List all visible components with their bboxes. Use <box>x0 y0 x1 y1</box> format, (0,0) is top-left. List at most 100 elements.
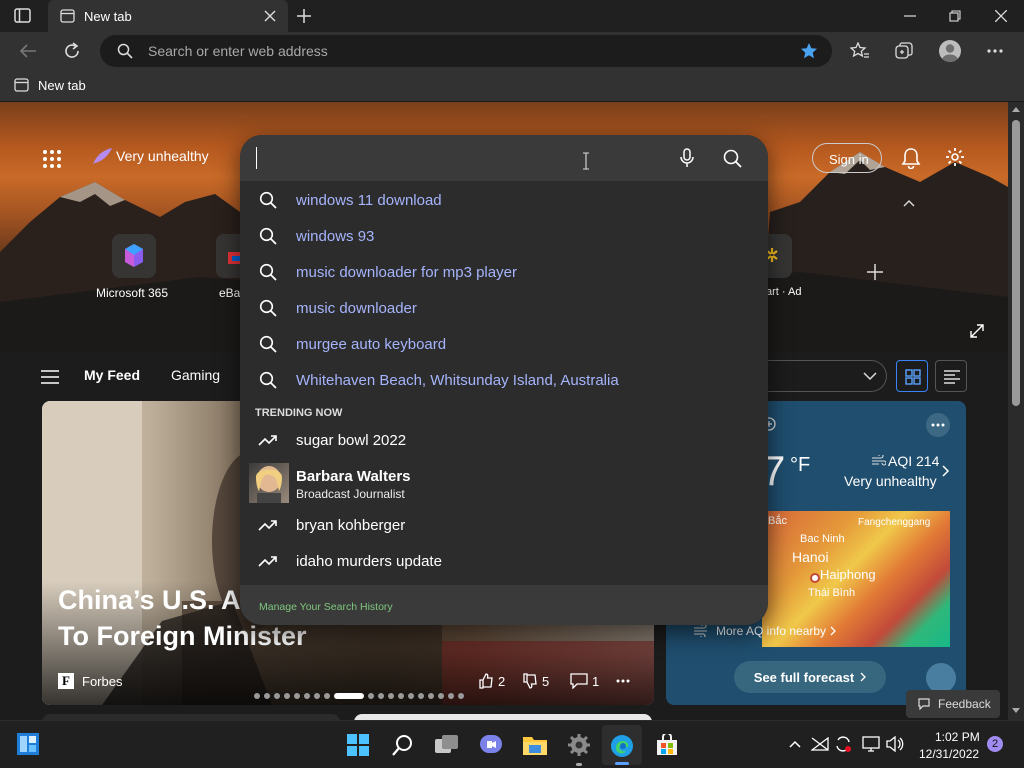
list-view-button[interactable] <box>935 360 967 392</box>
new-tab-button[interactable] <box>296 8 312 24</box>
carousel-dot[interactable] <box>368 693 374 699</box>
display-icon[interactable] <box>862 736 880 752</box>
collapse-chevron-icon[interactable] <box>903 199 915 207</box>
see-full-forecast-button[interactable]: See full forecast <box>734 661 886 693</box>
carousel-dot-active[interactable] <box>334 693 364 699</box>
trending-item[interactable]: idaho murders update <box>240 543 768 579</box>
carousel-dot[interactable] <box>304 693 310 699</box>
carousel-dot[interactable] <box>398 693 404 699</box>
add-quick-link-icon[interactable] <box>866 263 884 281</box>
refresh-icon[interactable] <box>63 42 81 60</box>
grid-view-button[interactable] <box>896 360 928 392</box>
clock-time[interactable]: 1:02 PM <box>935 730 980 744</box>
aqi-value[interactable]: AQI 214 <box>872 453 939 469</box>
scrollbar-thumb[interactable] <box>1012 120 1020 406</box>
file-explorer-icon[interactable] <box>523 735 547 755</box>
profile-avatar[interactable] <box>939 40 961 62</box>
suggestion-item[interactable]: music downloader for mp3 player <box>240 254 768 290</box>
edge-app-button[interactable] <box>602 725 642 765</box>
carousel-dot[interactable] <box>314 693 320 699</box>
taskbar-search-icon[interactable] <box>392 734 414 756</box>
widgets-icon[interactable] <box>17 733 39 755</box>
carousel-dot[interactable] <box>408 693 414 699</box>
search-box[interactable] <box>240 135 768 181</box>
carousel-dot[interactable] <box>284 693 290 699</box>
suggestion-item[interactable]: music downloader <box>240 290 768 326</box>
tab-close-icon[interactable] <box>264 10 276 22</box>
sync-icon[interactable] <box>835 736 851 752</box>
feed-dropdown[interactable] <box>760 360 887 392</box>
aqi-badge[interactable]: Very unhealthy <box>91 147 209 165</box>
tab-actions-icon[interactable] <box>14 8 32 24</box>
close-window-icon[interactable] <box>995 10 1007 22</box>
carousel-dot[interactable] <box>458 693 464 699</box>
search-submit-icon[interactable] <box>723 149 742 168</box>
sign-in-button[interactable]: Sign in <box>812 143 882 173</box>
weather-assistant-avatar[interactable] <box>926 663 956 693</box>
suggestion-item[interactable]: windows 11 download <box>240 182 768 218</box>
carousel-dot[interactable] <box>324 693 330 699</box>
task-view-icon[interactable] <box>435 734 459 756</box>
more-menu-icon[interactable] <box>987 49 1003 53</box>
carousel-dot[interactable] <box>448 693 454 699</box>
carousel-dot[interactable] <box>428 693 434 699</box>
suggestion-item[interactable]: Whitehaven Beach, Whitsunday Island, Aus… <box>240 362 768 398</box>
start-icon[interactable] <box>347 734 369 756</box>
trending-item[interactable]: sugar bowl 2022 <box>240 422 768 458</box>
carousel-dot[interactable] <box>418 693 424 699</box>
carousel-dot[interactable] <box>388 693 394 699</box>
tab-new-tab[interactable]: New tab <box>48 0 288 32</box>
settings-gear-icon[interactable] <box>945 147 965 167</box>
trending-item[interactable]: Barbara Walters Broadcast Journalist <box>240 461 768 503</box>
back-icon[interactable] <box>19 43 37 59</box>
comments-button[interactable]: 1 <box>570 673 599 689</box>
trending-item[interactable]: bryan kohberger <box>240 507 768 543</box>
carousel-dot[interactable] <box>274 693 280 699</box>
tab-gaming[interactable]: Gaming <box>171 367 220 383</box>
carousel-dot[interactable] <box>294 693 300 699</box>
quick-link-walmart[interactable]: art · Ad <box>766 234 806 304</box>
minimize-icon[interactable] <box>904 15 916 17</box>
suggestion-item[interactable]: murgee auto keyboard <box>240 326 768 362</box>
news-more-icon[interactable] <box>616 679 630 683</box>
favorite-star-icon[interactable] <box>800 42 818 60</box>
scroll-down-icon[interactable] <box>1012 708 1020 714</box>
search-input[interactable] <box>256 147 656 169</box>
teams-chat-icon[interactable] <box>479 734 503 756</box>
notification-badge[interactable]: 2 <box>987 736 1003 752</box>
favorites-icon[interactable] <box>850 42 870 60</box>
carousel-dot[interactable] <box>438 693 444 699</box>
page-scrollbar[interactable] <box>1008 102 1024 720</box>
news-source[interactable]: F Forbes <box>58 673 122 689</box>
news-carousel-dots[interactable] <box>252 693 466 699</box>
feedback-button[interactable]: Feedback <box>906 690 1000 718</box>
more-aq-info-link[interactable]: More AQ info nearby <box>694 624 836 638</box>
manage-search-history-link[interactable]: Manage Your Search History <box>259 601 393 613</box>
weather-more-button[interactable] <box>926 413 950 437</box>
settings-app-icon[interactable] <box>567 733 591 757</box>
expand-icon[interactable] <box>970 324 984 338</box>
volume-icon[interactable] <box>886 736 904 752</box>
show-hidden-icons-chevron[interactable] <box>789 740 801 748</box>
clock-date[interactable]: 12/31/2022 <box>919 747 979 761</box>
carousel-dot[interactable] <box>254 693 260 699</box>
microsoft-store-icon[interactable] <box>656 734 678 756</box>
suggestion-item[interactable]: windows 93 <box>240 218 768 254</box>
like-button[interactable]: 2 <box>478 673 505 689</box>
apps-launcher-icon[interactable] <box>42 149 62 169</box>
collections-icon[interactable] <box>895 42 913 60</box>
aqi-chevron-icon[interactable] <box>942 465 950 477</box>
dislike-button[interactable]: 5 <box>522 673 549 689</box>
microphone-icon[interactable] <box>680 148 694 168</box>
notifications-icon[interactable] <box>901 147 921 169</box>
tab-my-feed[interactable]: My Feed <box>84 367 140 383</box>
network-icon[interactable] <box>811 737 829 751</box>
quick-link-microsoft-365[interactable]: Microsoft 365 <box>96 234 176 304</box>
restore-icon[interactable] <box>949 10 961 22</box>
address-bar[interactable]: Search or enter web address <box>100 35 832 67</box>
scroll-up-icon[interactable] <box>1012 106 1020 112</box>
carousel-dot[interactable] <box>264 693 270 699</box>
favorite-new-tab[interactable]: New tab <box>14 77 86 93</box>
feed-menu-icon[interactable] <box>41 370 59 384</box>
carousel-dot[interactable] <box>378 693 384 699</box>
